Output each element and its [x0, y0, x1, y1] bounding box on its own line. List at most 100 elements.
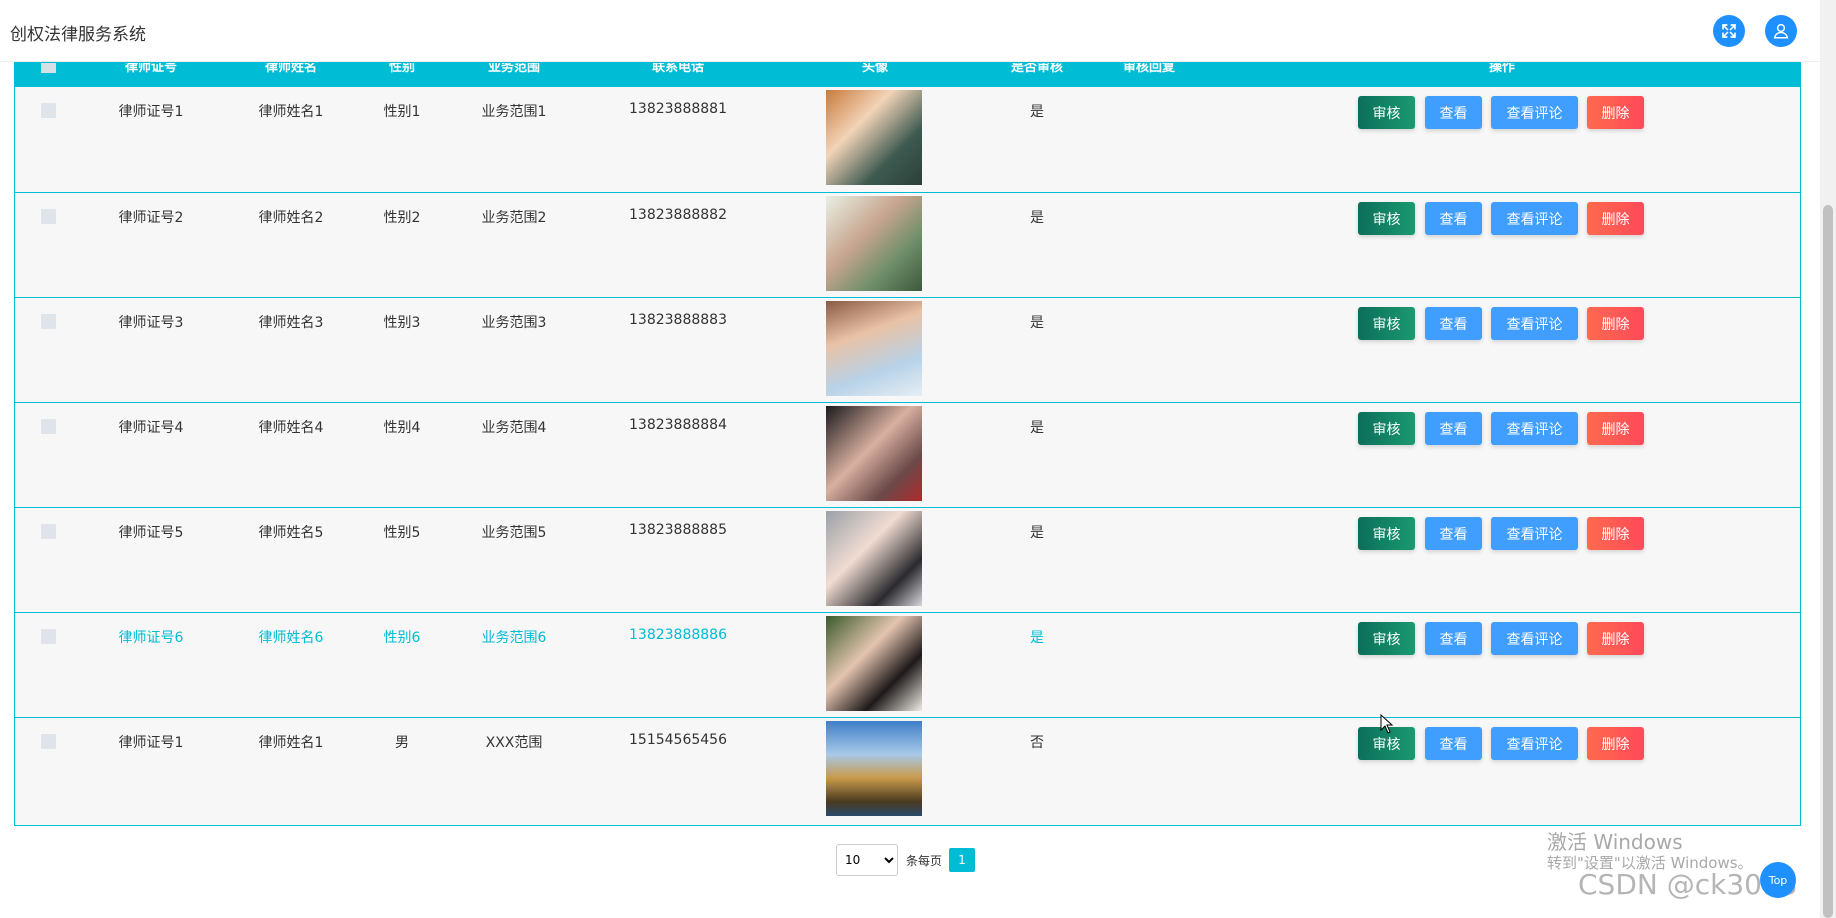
- view-comments-button[interactable]: 查看评论: [1491, 412, 1578, 445]
- view-comments-button[interactable]: 查看评论: [1491, 307, 1578, 340]
- delete-button[interactable]: 删除: [1587, 622, 1644, 655]
- header-audited[interactable]: 是否审核: [1011, 63, 1063, 75]
- cell-scope: 业务范围3: [481, 315, 547, 331]
- delete-button[interactable]: 删除: [1587, 727, 1644, 760]
- cell-audited: 是: [1030, 420, 1044, 436]
- row-checkbox[interactable]: [41, 209, 56, 224]
- cell-phone: 13823888882: [629, 207, 727, 223]
- fullscreen-button[interactable]: [1713, 15, 1745, 47]
- table-row: 律师证号3 律师姓名3 性别3 业务范围3 13823888883 是 审核 查…: [15, 297, 1800, 403]
- cell-name: 律师姓名6: [258, 630, 324, 646]
- view-button[interactable]: 查看: [1425, 202, 1482, 235]
- table-row: 律师证号4 律师姓名4 性别4 业务范围4 13823888884 是 审核 查…: [15, 402, 1800, 508]
- page-1-button[interactable]: 1: [949, 848, 975, 872]
- avatar: [826, 511, 922, 606]
- vertical-scrollbar[interactable]: [1820, 0, 1836, 918]
- cell-scope: 业务范围1: [481, 104, 547, 120]
- per-page-label: 条每页: [906, 854, 943, 868]
- cell-phone: 13823888883: [629, 312, 727, 328]
- header-scope[interactable]: 业务范围: [488, 63, 540, 75]
- cell-gender: 性别5: [383, 525, 421, 541]
- table-row: 律师证号1 律师姓名1 男 XXX范围 15154565456 否 审核 查看 …: [15, 717, 1800, 823]
- cell-scope: XXX范围: [485, 735, 543, 751]
- fullscreen-icon: [1722, 24, 1736, 38]
- view-button[interactable]: 查看: [1425, 307, 1482, 340]
- avatar: [826, 196, 922, 291]
- avatar: [826, 406, 922, 501]
- page-size-select[interactable]: 10: [836, 844, 898, 876]
- scrollbar-thumb[interactable]: [1823, 205, 1833, 918]
- view-comments-button[interactable]: 查看评论: [1491, 727, 1578, 760]
- cell-name: 律师姓名5: [258, 525, 324, 541]
- cell-name: 律师姓名4: [258, 420, 324, 436]
- view-button[interactable]: 查看: [1425, 622, 1482, 655]
- cell-audited: 是: [1030, 210, 1044, 226]
- cell-scope: 业务范围6: [481, 630, 547, 646]
- row-checkbox[interactable]: [41, 629, 56, 644]
- cell-gender: 性别2: [383, 210, 421, 226]
- delete-button[interactable]: 删除: [1587, 307, 1644, 340]
- audit-button[interactable]: 审核: [1358, 517, 1415, 550]
- view-button[interactable]: 查看: [1425, 96, 1482, 129]
- header-license[interactable]: 律师证号: [125, 63, 177, 75]
- delete-button[interactable]: 删除: [1587, 517, 1644, 550]
- windows-activation-title: 激活 Windows: [1547, 830, 1683, 854]
- cell-name: 律师姓名1: [258, 735, 324, 751]
- app-title: 创权法律服务系统: [10, 25, 146, 45]
- view-comments-button[interactable]: 查看评论: [1491, 202, 1578, 235]
- mouse-cursor-icon: [1380, 714, 1394, 734]
- cell-name: 律师姓名1: [258, 104, 324, 120]
- cell-scope: 业务范围5: [481, 525, 547, 541]
- cell-gender: 性别6: [383, 630, 421, 646]
- row-checkbox[interactable]: [41, 314, 56, 329]
- header-gender[interactable]: 性别: [389, 63, 415, 75]
- view-button[interactable]: 查看: [1425, 727, 1482, 760]
- back-to-top-button[interactable]: Top: [1760, 862, 1796, 898]
- view-button[interactable]: 查看: [1425, 412, 1482, 445]
- delete-button[interactable]: 删除: [1587, 96, 1644, 129]
- cell-gender: 性别1: [383, 104, 421, 120]
- audit-button[interactable]: 审核: [1358, 622, 1415, 655]
- user-icon: [1773, 23, 1789, 39]
- audit-button[interactable]: 审核: [1358, 202, 1415, 235]
- select-all-checkbox[interactable]: [41, 63, 56, 73]
- avatar: [826, 90, 922, 185]
- header-phone[interactable]: 联系电话: [652, 63, 704, 75]
- header-actions: 操作: [1488, 62, 1516, 75]
- lawyer-table: 律师证号 律师姓名 性别 业务范围 联系电话 头像 是否审核 审核回复 操作 律…: [14, 62, 1801, 826]
- cell-license: 律师证号1: [118, 104, 184, 120]
- cell-audited: 是: [1030, 630, 1044, 646]
- header-name[interactable]: 律师姓名: [265, 63, 317, 75]
- cell-gender: 性别3: [383, 315, 421, 331]
- cell-name: 律师姓名3: [258, 315, 324, 331]
- cell-license: 律师证号3: [118, 315, 184, 331]
- cell-phone: 13823888886: [629, 627, 727, 643]
- cell-gender: 男: [395, 735, 409, 751]
- delete-button[interactable]: 删除: [1587, 202, 1644, 235]
- table-row: 律师证号1 律师姓名1 性别1 业务范围1 13823888881 是 审核 查…: [15, 87, 1800, 193]
- cell-gender: 性别4: [383, 420, 421, 436]
- delete-button[interactable]: 删除: [1587, 412, 1644, 445]
- audit-button[interactable]: 审核: [1358, 412, 1415, 445]
- audit-button[interactable]: 审核: [1358, 307, 1415, 340]
- cell-audited: 是: [1030, 104, 1044, 120]
- cell-license: 律师证号1: [118, 735, 184, 751]
- view-comments-button[interactable]: 查看评论: [1491, 517, 1578, 550]
- row-checkbox[interactable]: [41, 103, 56, 118]
- user-button[interactable]: [1765, 15, 1797, 47]
- row-checkbox[interactable]: [41, 419, 56, 434]
- cell-name: 律师姓名2: [258, 210, 324, 226]
- cell-license: 律师证号6: [118, 630, 184, 646]
- header-reply: 审核回复: [1122, 62, 1176, 75]
- view-button[interactable]: 查看: [1425, 517, 1482, 550]
- view-comments-button[interactable]: 查看评论: [1491, 622, 1578, 655]
- audit-button[interactable]: 审核: [1358, 96, 1415, 129]
- view-comments-button[interactable]: 查看评论: [1491, 96, 1578, 129]
- cell-license: 律师证号5: [118, 525, 184, 541]
- cell-phone: 13823888884: [629, 417, 727, 433]
- cell-phone: 13823888885: [629, 522, 727, 538]
- avatar: [826, 721, 922, 816]
- header-avatar: 头像: [861, 62, 889, 75]
- row-checkbox[interactable]: [41, 734, 56, 749]
- row-checkbox[interactable]: [41, 524, 56, 539]
